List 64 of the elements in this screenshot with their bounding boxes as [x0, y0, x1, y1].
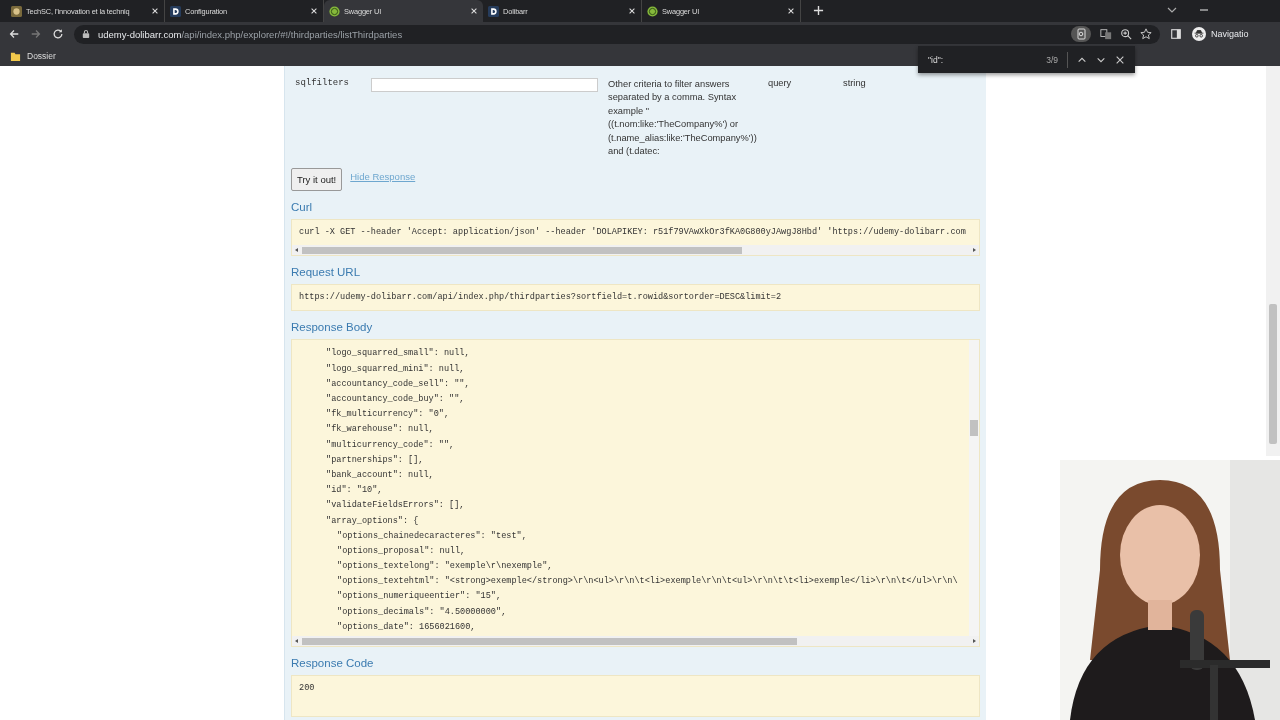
code-line: "partnerships": [],: [325, 453, 425, 467]
code-line: "array_options": {: [325, 514, 420, 528]
scrollbar[interactable]: [292, 245, 979, 256]
section-heading: Response Body: [291, 321, 374, 334]
close-icon[interactable]: [310, 7, 318, 15]
folder-icon: [10, 50, 21, 62]
d-logo-icon: [488, 5, 499, 17]
bookmark-folder[interactable]: Dossier: [10, 50, 56, 62]
swagger-logo-icon: [329, 5, 340, 17]
code-line: "id": "10",: [325, 484, 384, 498]
response-code: 200: [298, 682, 316, 696]
code-line: "validateFieldsErrors": [],: [325, 499, 466, 513]
find-query[interactable]: "id":: [928, 54, 1038, 65]
close-icon[interactable]: [628, 7, 636, 15]
scrollbar[interactable]: [969, 340, 979, 637]
match-count: 3/9: [1046, 54, 1058, 65]
page-scrollbar[interactable]: [1266, 66, 1280, 456]
site-logo-icon: [11, 5, 22, 17]
code-line: "options_date": 1656021600,: [336, 620, 477, 634]
code-line: "options_chainedecaracteres": "test",: [336, 529, 528, 543]
parameter-type: query: [768, 78, 793, 88]
translate-icon[interactable]: [1100, 28, 1112, 40]
reload-icon[interactable]: [52, 28, 64, 40]
try-it-out-button[interactable]: Try it out!: [291, 168, 343, 192]
code-line: "multicurrency_code": "",: [325, 438, 456, 452]
forward-icon[interactable]: [30, 28, 42, 40]
code-line: "logo_squarred_small": null,: [325, 347, 471, 361]
request-url: https://udemy-dolibarr.com/api/index.php/thirdparties?sortfield=t.rowid&sortorder=DESC&limit=2: [298, 291, 783, 305]
side-panel-icon[interactable]: [1170, 28, 1182, 40]
code-line: "options_decimals": "4.50000000",: [336, 605, 508, 619]
code-line: "accountancy_code_sell": "",: [325, 377, 471, 391]
close-icon[interactable]: [787, 7, 795, 15]
d-logo-icon: [170, 5, 181, 17]
code-line: "logo_squarred_mini": null,: [325, 362, 466, 376]
lock-icon: [82, 29, 90, 39]
code-line: "bank_account": null,: [325, 468, 435, 482]
code-line: "options_numeriqueentier": "15",: [336, 590, 503, 604]
parameter-description: Other criteria to filter answers separated by a comma. Syntax example " ((t.nom:like:'TheCompany%') or (t.name_alias:like:'TheCompany%')) and (t.datec:: [608, 78, 758, 159]
zoom-icon[interactable]: [1120, 28, 1132, 40]
section-heading: Response Code: [291, 657, 375, 670]
data-type: string: [843, 78, 867, 88]
code-line: "options_proposal": null,: [336, 544, 467, 558]
new-tab-icon[interactable]: [813, 5, 824, 16]
code-line: "fk_warehouse": null,: [325, 423, 435, 437]
swagger-logo-icon: [647, 5, 658, 17]
section-heading: Request URL: [291, 266, 362, 279]
code-line: "options_textehtml": "<strong>exemple</strong>\r\n<ul>\r\n\t<li>exemple\r\n\t<ul>\r\n\t\t<li>exemple</li>\r\n\t</ul>\r\n\: [336, 575, 959, 589]
scrollbar[interactable]: [292, 636, 979, 647]
close-icon[interactable]: [470, 7, 478, 15]
back-icon[interactable]: [8, 28, 20, 40]
find-icon[interactable]: [1070, 26, 1092, 42]
code-line: "options_textelong": "exemple\r\nexemple",: [336, 560, 554, 574]
close-icon[interactable]: [1115, 54, 1125, 65]
star-icon[interactable]: [1140, 28, 1152, 40]
close-icon[interactable]: [151, 7, 159, 15]
curl-command: curl -X GET --header 'Accept: application/json' --header 'DOLAPIKEY: r51f79VAwXkOr3fKA0G800yJAwgJ8Hbd' 'https://udemy-dolibarr.com: [298, 226, 967, 240]
section-heading: Curl: [291, 201, 314, 214]
parameter-name: sqlfilters: [294, 78, 350, 88]
parameter-input[interactable]: [371, 78, 598, 92]
incognito-icon: [1192, 27, 1206, 41]
code-line: "fk_multicurrency": "0",: [325, 408, 451, 422]
incognito-profile-button[interactable]: Navigatio: [1192, 27, 1272, 41]
code-line: "accountancy_code_buy": "",: [325, 393, 466, 406]
address-bar[interactable]: udemy-dolibarr.com/api/index.php/explorer/#!/thirdparties/listThirdparties: [74, 24, 1160, 44]
